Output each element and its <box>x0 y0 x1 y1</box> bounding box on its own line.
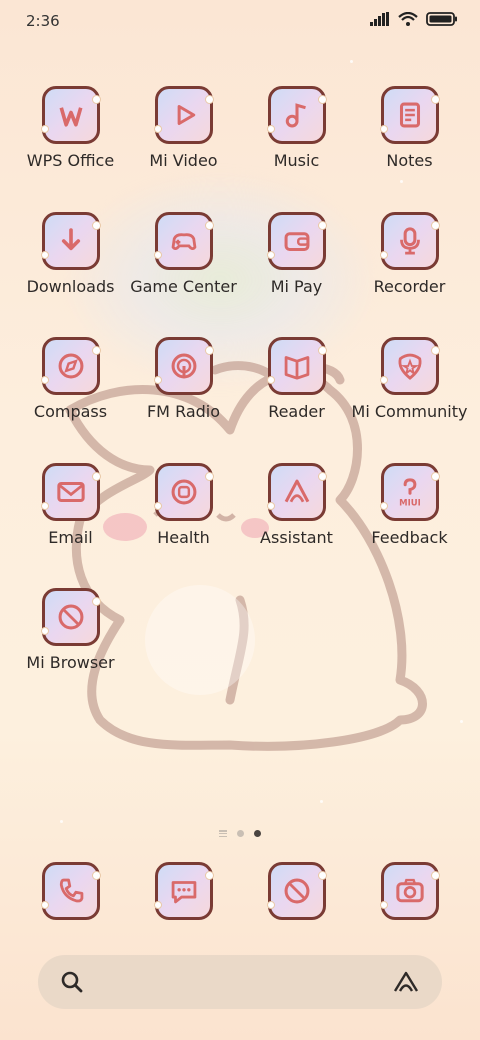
app-icon-tile[interactable]: MIUI <box>379 462 440 521</box>
feedback-icon: MIUI <box>392 474 428 510</box>
page-dot <box>237 830 244 837</box>
app-icon-tile[interactable] <box>40 86 101 144</box>
play-icon <box>166 97 202 133</box>
signal-icon <box>370 12 389 26</box>
wps-icon <box>53 97 89 133</box>
radio-icon <box>166 348 202 384</box>
app-icon-tile[interactable] <box>40 211 101 270</box>
app-icon-tile[interactable] <box>40 588 101 646</box>
app-mi-pay[interactable]: Mi Pay <box>240 211 353 312</box>
app-icon-tile[interactable] <box>266 862 327 920</box>
sparkle <box>60 820 63 823</box>
app-music[interactable]: Music <box>240 86 353 186</box>
app-mi-video[interactable]: Mi Video <box>127 86 240 186</box>
app-label: Downloads <box>26 276 115 296</box>
app-label: Assistant <box>260 527 333 547</box>
app-downloads[interactable]: Downloads <box>14 211 127 312</box>
wifi-icon <box>398 12 418 26</box>
app-icon-tile[interactable] <box>266 337 327 395</box>
page-indicator[interactable] <box>0 830 480 837</box>
app-email[interactable]: Email <box>14 462 127 563</box>
app-icon-tile[interactable] <box>40 462 101 521</box>
messages-icon <box>166 873 202 909</box>
app-label: Music <box>273 151 320 170</box>
app-icon-tile[interactable] <box>40 337 101 395</box>
app-compass[interactable]: Compass <box>14 337 127 437</box>
app-label: Notes <box>386 151 433 170</box>
app-mi-community[interactable]: Mi Community <box>351 337 468 437</box>
app-icon-tile[interactable] <box>379 337 440 395</box>
app-label: Compass <box>33 402 108 421</box>
dock-browser-globe[interactable] <box>240 862 353 926</box>
assistant-icon <box>279 474 315 510</box>
dock-camera[interactable] <box>353 862 466 926</box>
app-label: Mi Video <box>149 151 218 170</box>
app-icon-tile[interactable] <box>379 211 440 270</box>
sparkle <box>320 800 323 803</box>
wallet-icon <box>279 223 315 259</box>
dock-phone[interactable] <box>14 862 127 926</box>
app-wps-office[interactable]: WPS Office <box>14 86 127 186</box>
app-feedback[interactable]: MIUI Feedback <box>353 462 466 563</box>
camera-icon <box>392 873 428 909</box>
app-label: Mi Pay <box>270 276 323 296</box>
phone-icon <box>53 873 89 909</box>
book-icon <box>279 348 315 384</box>
dock-messages[interactable] <box>127 862 240 926</box>
app-label: Email <box>48 527 93 547</box>
app-icon-tile[interactable] <box>153 862 214 920</box>
music-note-icon <box>279 97 315 133</box>
health-icon <box>166 474 202 510</box>
battery-icon <box>426 12 457 26</box>
download-arrow-icon <box>53 223 89 259</box>
app-label: Feedback <box>371 527 448 547</box>
app-label: WPS Office <box>26 151 115 170</box>
app-label: Mi Community <box>351 402 468 421</box>
sparkle <box>350 60 353 63</box>
app-reader[interactable]: Reader <box>240 337 353 437</box>
status-time: 2:36 <box>26 12 60 30</box>
app-label: Game Center <box>130 276 237 296</box>
app-health[interactable]: Health <box>127 462 240 563</box>
app-fm-radio[interactable]: FM Radio <box>127 337 240 437</box>
page-dot-active <box>254 830 261 837</box>
svg-text:MIUI: MIUI <box>399 498 421 508</box>
app-icon-tile[interactable] <box>40 862 101 920</box>
app-icon-tile[interactable] <box>379 86 440 144</box>
app-mi-browser[interactable]: Mi Browser <box>14 588 127 688</box>
app-assistant[interactable]: Assistant <box>240 462 353 563</box>
app-label: Health <box>157 527 210 547</box>
status-bar: 2:36 <box>0 0 480 44</box>
app-recorder[interactable]: Recorder <box>353 211 466 312</box>
sparkle <box>460 720 463 723</box>
app-icon-tile[interactable] <box>153 211 214 270</box>
browser-globe-icon <box>53 599 89 635</box>
app-icon-tile[interactable] <box>153 337 214 395</box>
app-icon-tile[interactable] <box>266 462 327 521</box>
app-icon-tile[interactable] <box>379 862 440 920</box>
community-badge-icon <box>392 348 428 384</box>
assistant-icon[interactable] <box>392 970 420 994</box>
gamepad-icon <box>166 223 202 259</box>
microphone-icon <box>392 223 428 259</box>
app-game-center[interactable]: Game Center <box>127 211 240 312</box>
browser-globe-icon <box>279 873 315 909</box>
app-label: Recorder <box>373 276 446 296</box>
notes-icon <box>392 97 428 133</box>
search-icon[interactable] <box>60 970 84 994</box>
app-icon-tile[interactable] <box>153 462 214 521</box>
page-indicator-menu-icon <box>219 830 227 837</box>
compass-icon <box>53 348 89 384</box>
app-icon-tile[interactable] <box>266 211 327 270</box>
status-icons <box>370 12 458 26</box>
app-label: FM Radio <box>146 402 221 421</box>
app-icon-tile[interactable] <box>153 86 214 144</box>
app-label: Mi Browser <box>26 653 115 672</box>
app-icon-tile[interactable] <box>266 86 327 144</box>
search-bar[interactable] <box>38 955 442 1009</box>
app-notes[interactable]: Notes <box>353 86 466 186</box>
app-label: Reader <box>268 402 325 421</box>
envelope-icon <box>53 474 89 510</box>
